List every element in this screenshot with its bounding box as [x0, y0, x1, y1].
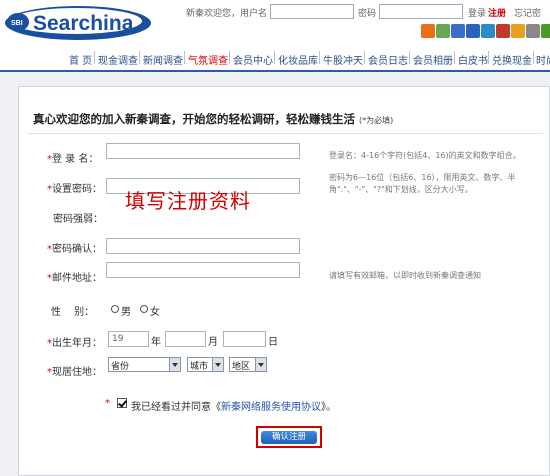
- rss-icon[interactable]: [421, 24, 435, 38]
- nav-redeem-cash[interactable]: 兑换现金: [492, 52, 532, 67]
- forgot-password-link[interactable]: 忘记密: [514, 6, 541, 19]
- nav-divider: [454, 51, 455, 64]
- top-password-label: 密码: [358, 9, 377, 19]
- register-link[interactable]: 注册: [488, 6, 506, 19]
- province-select[interactable]: 省份: [108, 357, 181, 372]
- chevron-down-icon: [212, 358, 223, 371]
- nav-cosmetics[interactable]: 化妆品库: [278, 52, 318, 67]
- nav-mood-survey[interactable]: 气氛调查: [188, 52, 228, 67]
- nav-divider: [139, 51, 140, 64]
- users-icon[interactable]: [526, 24, 540, 38]
- nav-divider: [274, 51, 275, 64]
- nav-fashion[interactable]: 时尚: [536, 52, 550, 67]
- divider: [27, 133, 543, 134]
- bookmark-icon[interactable]: [496, 24, 510, 38]
- agreement-link[interactable]: 新秦网络服务使用协议: [221, 402, 321, 413]
- chevron-down-icon: [255, 358, 266, 371]
- gender-male-label: 男: [121, 307, 131, 318]
- top-username-input[interactable]: [270, 4, 354, 19]
- confirm-password-label: *密码确认：: [47, 244, 102, 255]
- gender-male-radio[interactable]: [111, 305, 119, 313]
- year-unit: 年: [151, 337, 161, 348]
- birth-label: *出生年月：: [47, 338, 102, 349]
- intro-heading: 真心欢迎您的加入新秦调查，开始您的轻松调研，轻松赚钱生活 (*为必填): [33, 111, 393, 127]
- intro-text: 真心欢迎您的加入新秦调查，开始您的轻松调研，轻松赚钱生活: [33, 112, 355, 126]
- residence-label: *现居住地：: [47, 367, 102, 378]
- nav-cash-survey[interactable]: 现金调查: [98, 52, 138, 67]
- feed-icon[interactable]: [481, 24, 495, 38]
- agreement-text: 我已经看过并同意《新秦网络服务使用协议》。: [131, 402, 336, 413]
- required-note: (*为必填): [359, 116, 394, 125]
- email-input[interactable]: [106, 262, 300, 278]
- month-unit: 月: [208, 337, 218, 348]
- nav-divider: [533, 51, 534, 64]
- top-login-bar: 新秦欢迎您，用户名 密码 登录 注册 忘记密: [186, 3, 550, 21]
- logo-badge: SBI: [11, 20, 23, 27]
- nav-home[interactable]: 首 页: [69, 52, 92, 67]
- username-input[interactable]: [106, 143, 300, 159]
- lock-icon[interactable]: [511, 24, 525, 38]
- chevron-down-icon: [169, 358, 180, 371]
- email-label: *邮件地址：: [47, 273, 102, 284]
- nav-divider: [488, 51, 489, 64]
- site-header: SBI Searchina 新秦欢迎您，用户名 密码 登录 注册 忘记密 首 页…: [0, 0, 550, 72]
- info-icon[interactable]: [451, 24, 465, 38]
- agreement-checkbox[interactable]: [117, 398, 127, 408]
- password-hint-line1: 密码为6—16位（包括6、16），限用英文、数字、半: [329, 173, 516, 182]
- nav-news-survey[interactable]: 新闻调查: [143, 52, 183, 67]
- nav-whitepaper[interactable]: 白皮书: [458, 52, 488, 67]
- district-select[interactable]: 地区: [229, 357, 267, 372]
- login-link[interactable]: 登录: [468, 6, 486, 19]
- logo-text: Searchina: [33, 12, 134, 35]
- nav-divider: [229, 51, 230, 64]
- globe-icon[interactable]: [436, 24, 450, 38]
- password-hint-line2: 角"."、"-"、"?"和下划线，区分大小写。: [329, 185, 473, 194]
- city-select[interactable]: 城市: [187, 357, 224, 372]
- nav-member-log[interactable]: 会员日志: [368, 52, 408, 67]
- confirm-password-input[interactable]: [106, 238, 300, 254]
- gender-label: 性 别：: [51, 307, 95, 318]
- nav-divider: [94, 51, 95, 64]
- password-label: *设置密码：: [47, 184, 102, 195]
- welcome-label: 新秦欢迎您，用户名: [186, 9, 268, 19]
- submit-highlight: 确认注册: [256, 426, 322, 448]
- main-nav: 首 页 现金调查 新闻调查 气氛调查 会员中心 化妆品库 牛股冲天 会员日志 会…: [0, 46, 550, 72]
- agreement-required-star: *: [105, 398, 110, 409]
- gender-female-label: 女: [150, 307, 160, 318]
- email-hint: 请填写有效邮箱，以即时收到新秦调查通知: [329, 271, 481, 280]
- username-label: *登 录 名：: [47, 154, 99, 165]
- nav-member-center[interactable]: 会员中心: [233, 52, 273, 67]
- nav-divider: [364, 51, 365, 64]
- top-password-input[interactable]: [379, 4, 463, 19]
- nav-stocks[interactable]: 牛股冲天: [323, 52, 363, 67]
- birth-day-input[interactable]: [223, 331, 266, 347]
- strength-label: 密码强弱：: [53, 214, 103, 225]
- gender-female-radio[interactable]: [140, 305, 148, 313]
- username-hint: 登录名：4-16个字符(包括4、16)的英文和数字组合。: [329, 151, 521, 160]
- nav-divider: [319, 51, 320, 64]
- day-unit: 日: [268, 337, 278, 348]
- birth-month-input[interactable]: [165, 331, 206, 347]
- nav-member-album[interactable]: 会员相册: [413, 52, 453, 67]
- birth-year-input[interactable]: [108, 331, 149, 347]
- nav-divider: [184, 51, 185, 64]
- search-icon[interactable]: [466, 24, 480, 38]
- check-icon[interactable]: [541, 24, 550, 38]
- searchina-logo[interactable]: SBI Searchina: [4, 2, 154, 42]
- nav-divider: [409, 51, 410, 64]
- fill-registration-annotation: 填写注册资料: [125, 189, 251, 213]
- confirm-register-button[interactable]: 确认注册: [261, 431, 317, 444]
